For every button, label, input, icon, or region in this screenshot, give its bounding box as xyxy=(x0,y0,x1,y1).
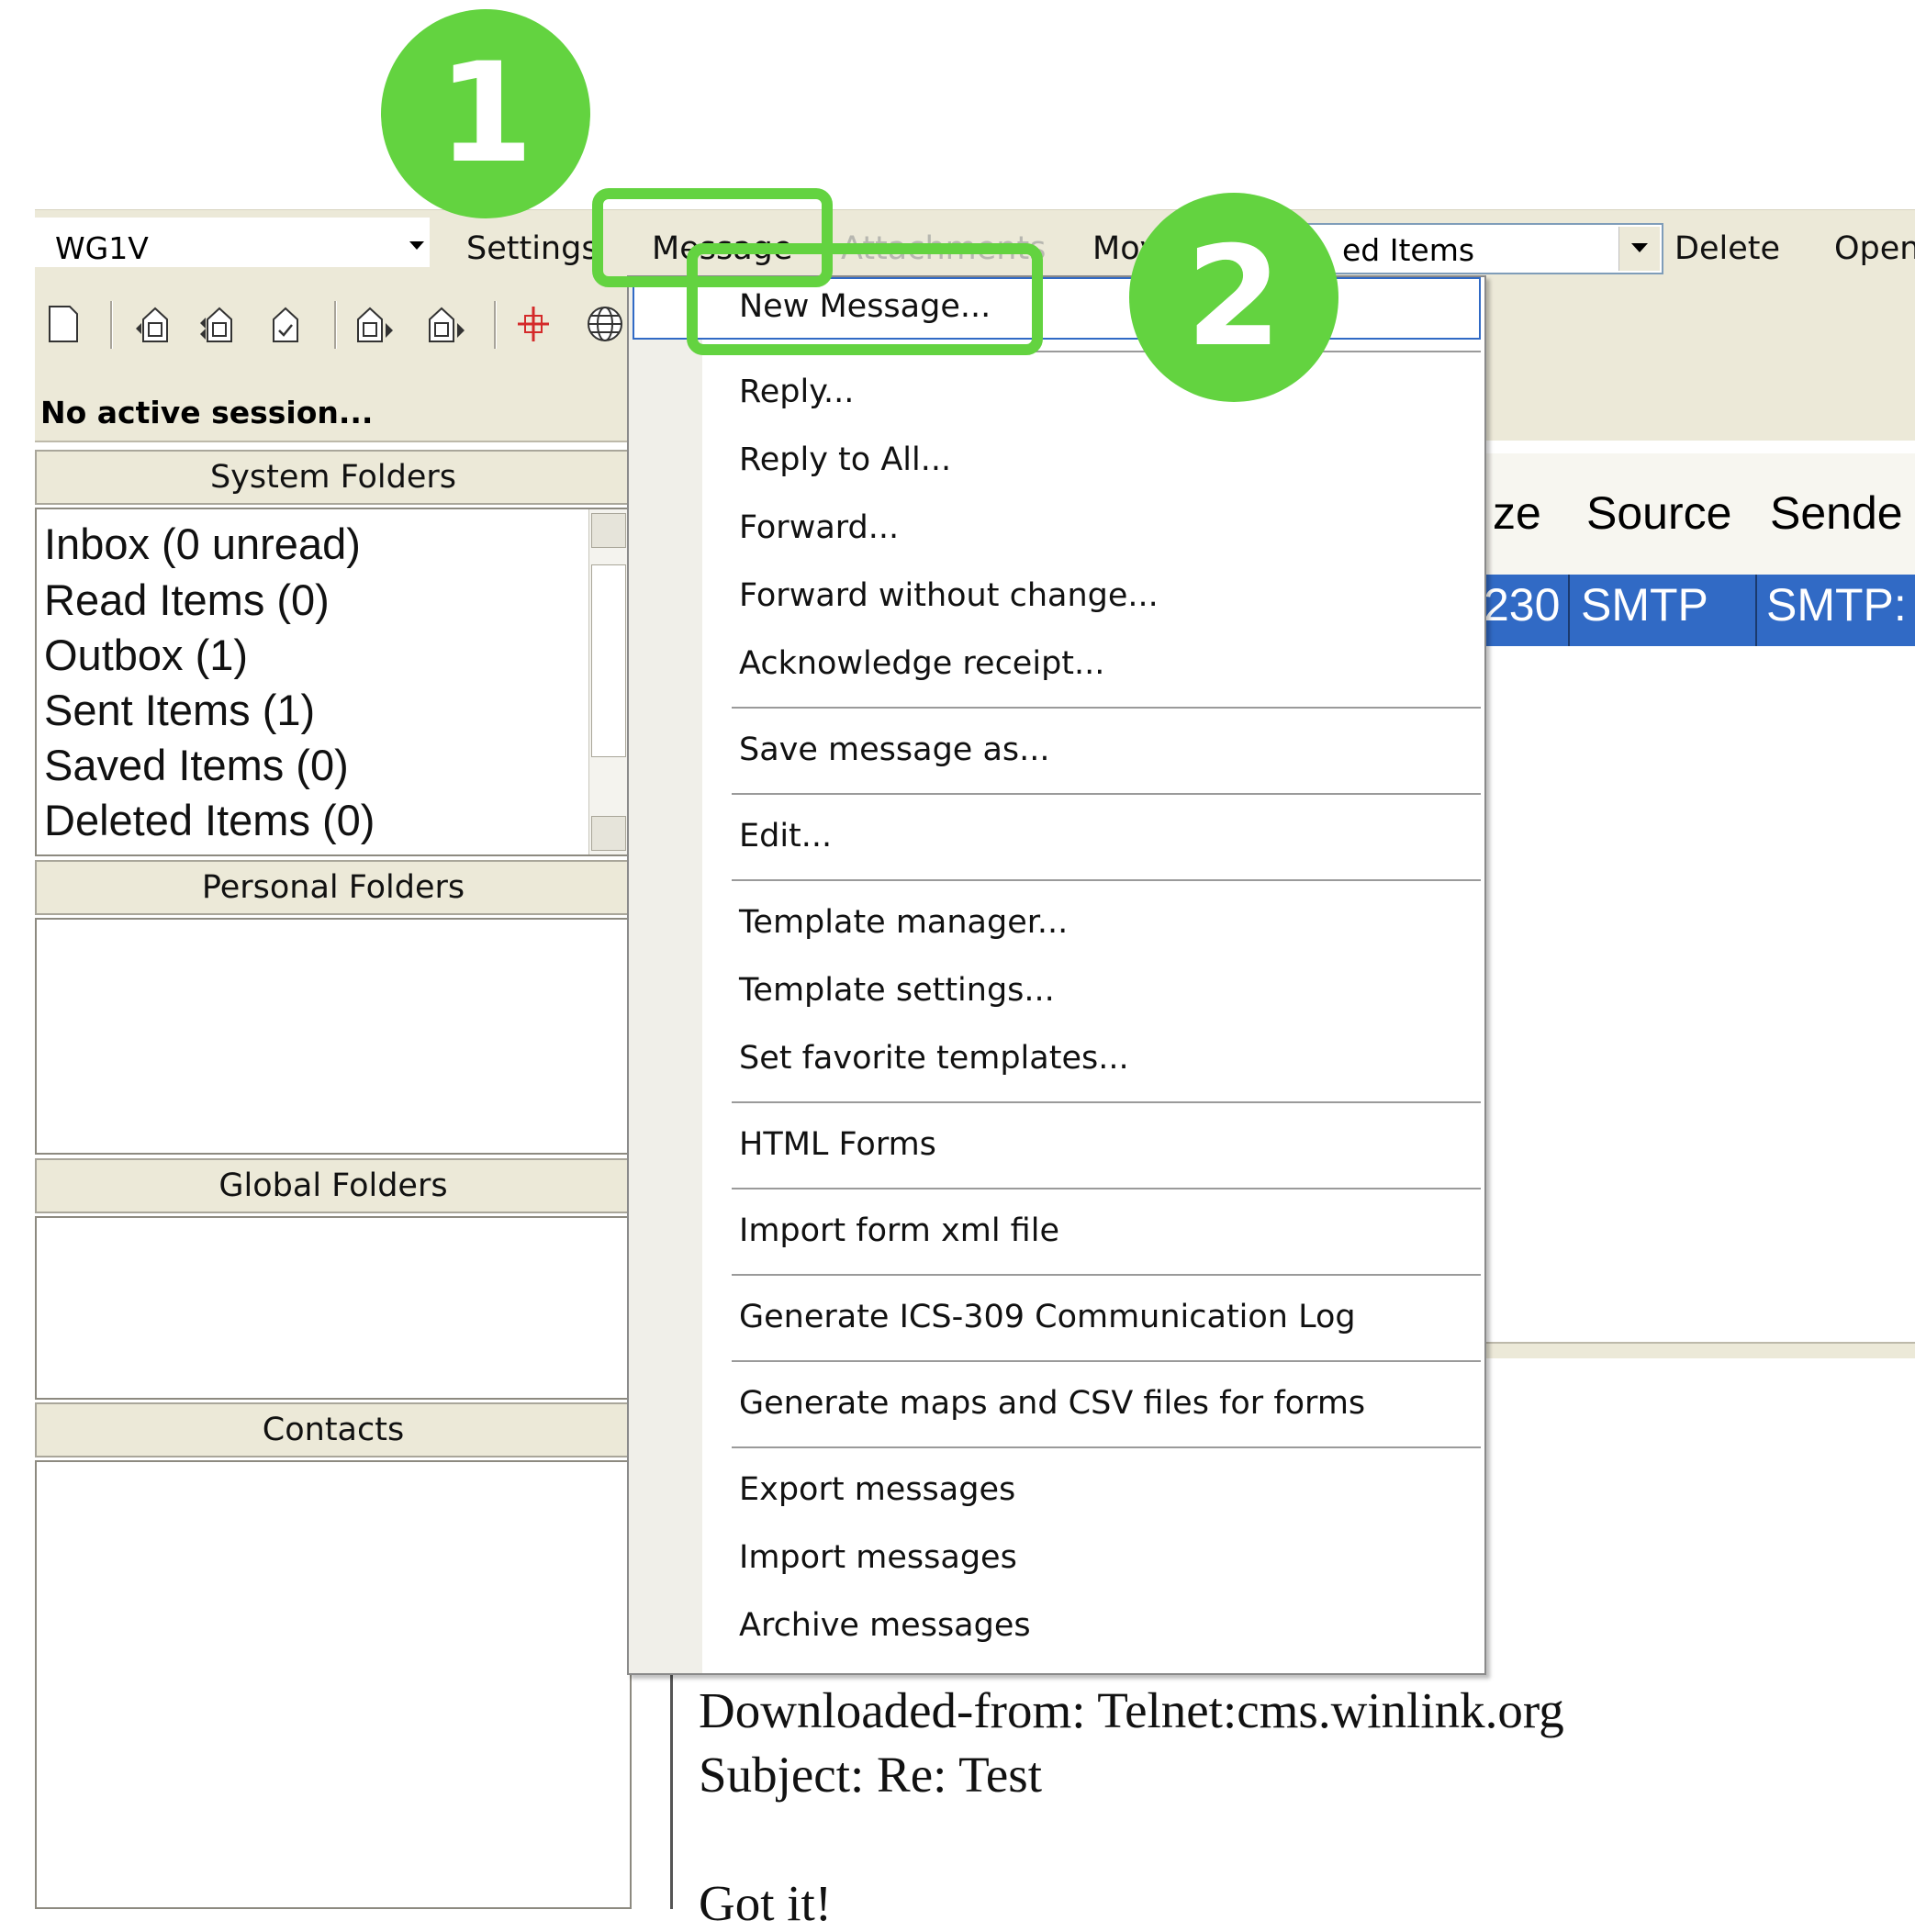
move-target-value: ed Items xyxy=(1342,232,1475,268)
menu-settings[interactable]: Settings xyxy=(466,230,599,267)
position-report-icon[interactable] xyxy=(512,303,554,345)
system-folders-list: Inbox (0 unread) Read Items (0) Outbox (… xyxy=(35,508,632,856)
send-all-icon[interactable] xyxy=(424,303,466,345)
session-status-text: No active session... xyxy=(40,395,374,430)
menu-separator xyxy=(732,1274,1481,1276)
toolbar-separator xyxy=(494,301,497,349)
menu-item-export-messages[interactable]: Export messages xyxy=(739,1471,1015,1508)
toolbar-separator xyxy=(334,301,337,349)
menu-gutter xyxy=(629,277,702,1673)
scroll-up-icon[interactable] xyxy=(591,513,626,548)
menu-separator xyxy=(732,1446,1481,1448)
system-folders-header[interactable]: System Folders xyxy=(35,450,632,505)
menu-item-import-messages[interactable]: Import messages xyxy=(739,1539,1017,1576)
move-target-dropdown-button[interactable] xyxy=(1618,227,1660,271)
menu-item-import-form-xml[interactable]: Import form xml file xyxy=(739,1212,1059,1249)
menu-item-template-settings[interactable]: Template settings... xyxy=(739,972,1055,1009)
check-mail-icon[interactable] xyxy=(264,303,307,345)
preview-line-body: Got it! xyxy=(699,1875,833,1931)
column-size[interactable]: ze xyxy=(1478,453,1572,576)
send-mail-icon[interactable] xyxy=(353,303,395,345)
row-divider xyxy=(1568,575,1570,646)
menu-item-forward[interactable]: Forward... xyxy=(739,509,899,546)
column-source[interactable]: Source xyxy=(1570,453,1759,576)
personal-folders-list xyxy=(35,918,632,1155)
chevron-down-icon[interactable] xyxy=(409,241,424,250)
column-sender[interactable]: Sende xyxy=(1757,453,1915,576)
folder-scrollbar[interactable] xyxy=(588,509,630,854)
menu-item-edit[interactable]: Edit... xyxy=(739,818,832,854)
folder-sent-items[interactable]: Sent Items (1) xyxy=(44,685,315,735)
menu-item-save-message-as[interactable]: Save message as... xyxy=(739,731,1050,768)
row-source: SMTP xyxy=(1581,579,1708,631)
menu-item-reply-all[interactable]: Reply to All... xyxy=(739,441,951,478)
menu-item-generate-maps-csv[interactable]: Generate maps and CSV files for forms xyxy=(739,1385,1365,1422)
step-1-badge: 1 xyxy=(381,9,590,218)
step-2-badge: 2 xyxy=(1129,193,1338,402)
receive-mail-icon[interactable] xyxy=(134,303,176,345)
account-combo-value: WG1V xyxy=(55,230,149,266)
folder-inbox[interactable]: Inbox (0 unread) xyxy=(44,519,361,569)
toolbar-separator xyxy=(110,301,113,349)
scroll-thumb[interactable] xyxy=(591,564,626,757)
preview-line-subject: Subject: Re: Test xyxy=(699,1747,1042,1803)
menu-item-archive-messages[interactable]: Archive messages xyxy=(739,1607,1031,1644)
menu-item-set-favorite-templates[interactable]: Set favorite templates... xyxy=(739,1040,1129,1077)
folder-read-items[interactable]: Read Items (0) xyxy=(44,575,330,625)
menu-separator xyxy=(732,1188,1481,1189)
menu-separator xyxy=(732,1101,1481,1103)
menu-item-html-forms[interactable]: HTML Forms xyxy=(739,1126,936,1163)
preview-line-downloaded: Downloaded-from: Telnet:cms.winlink.org xyxy=(699,1682,1564,1738)
global-folders-list xyxy=(35,1216,632,1400)
folder-outbox[interactable]: Outbox (1) xyxy=(44,630,248,680)
folder-deleted-items[interactable]: Deleted Items (0) xyxy=(44,795,375,845)
personal-folders-header[interactable]: Personal Folders xyxy=(35,860,632,915)
message-menu: New Message... Reply... Reply to All... … xyxy=(627,275,1486,1675)
column-sender-label: Sende xyxy=(1770,487,1903,539)
delete-button[interactable]: Delete xyxy=(1674,230,1780,267)
column-source-label: Source xyxy=(1586,487,1732,539)
menu-separator xyxy=(732,793,1481,795)
row-sender: SMTP: xyxy=(1766,579,1907,631)
globe-icon[interactable] xyxy=(584,303,626,345)
open-button[interactable]: Open xyxy=(1834,230,1915,267)
menu-item-reply[interactable]: Reply... xyxy=(739,374,854,410)
menu-item-forward-without-change[interactable]: Forward without change... xyxy=(739,577,1159,614)
new-message-highlight-box xyxy=(687,243,1043,355)
contacts-list xyxy=(35,1460,632,1909)
account-combo[interactable]: WG1V xyxy=(35,218,430,267)
menu-item-generate-ics309[interactable]: Generate ICS-309 Communication Log xyxy=(739,1299,1356,1335)
row-size: 230 xyxy=(1484,579,1561,631)
menu-separator xyxy=(732,1360,1481,1362)
menu-item-acknowledge-receipt[interactable]: Acknowledge receipt... xyxy=(739,645,1104,682)
menu-separator xyxy=(732,707,1481,709)
menu-separator xyxy=(732,879,1481,881)
new-document-icon[interactable] xyxy=(42,303,84,345)
contacts-header[interactable]: Contacts xyxy=(35,1402,632,1457)
receive-all-icon[interactable] xyxy=(198,303,241,345)
row-divider xyxy=(1755,575,1757,646)
scroll-down-icon[interactable] xyxy=(591,816,626,851)
menu-item-template-manager[interactable]: Template manager... xyxy=(739,904,1068,941)
folder-saved-items[interactable]: Saved Items (0) xyxy=(44,740,349,790)
global-folders-header[interactable]: Global Folders xyxy=(35,1158,632,1213)
column-size-label: ze xyxy=(1493,487,1541,539)
